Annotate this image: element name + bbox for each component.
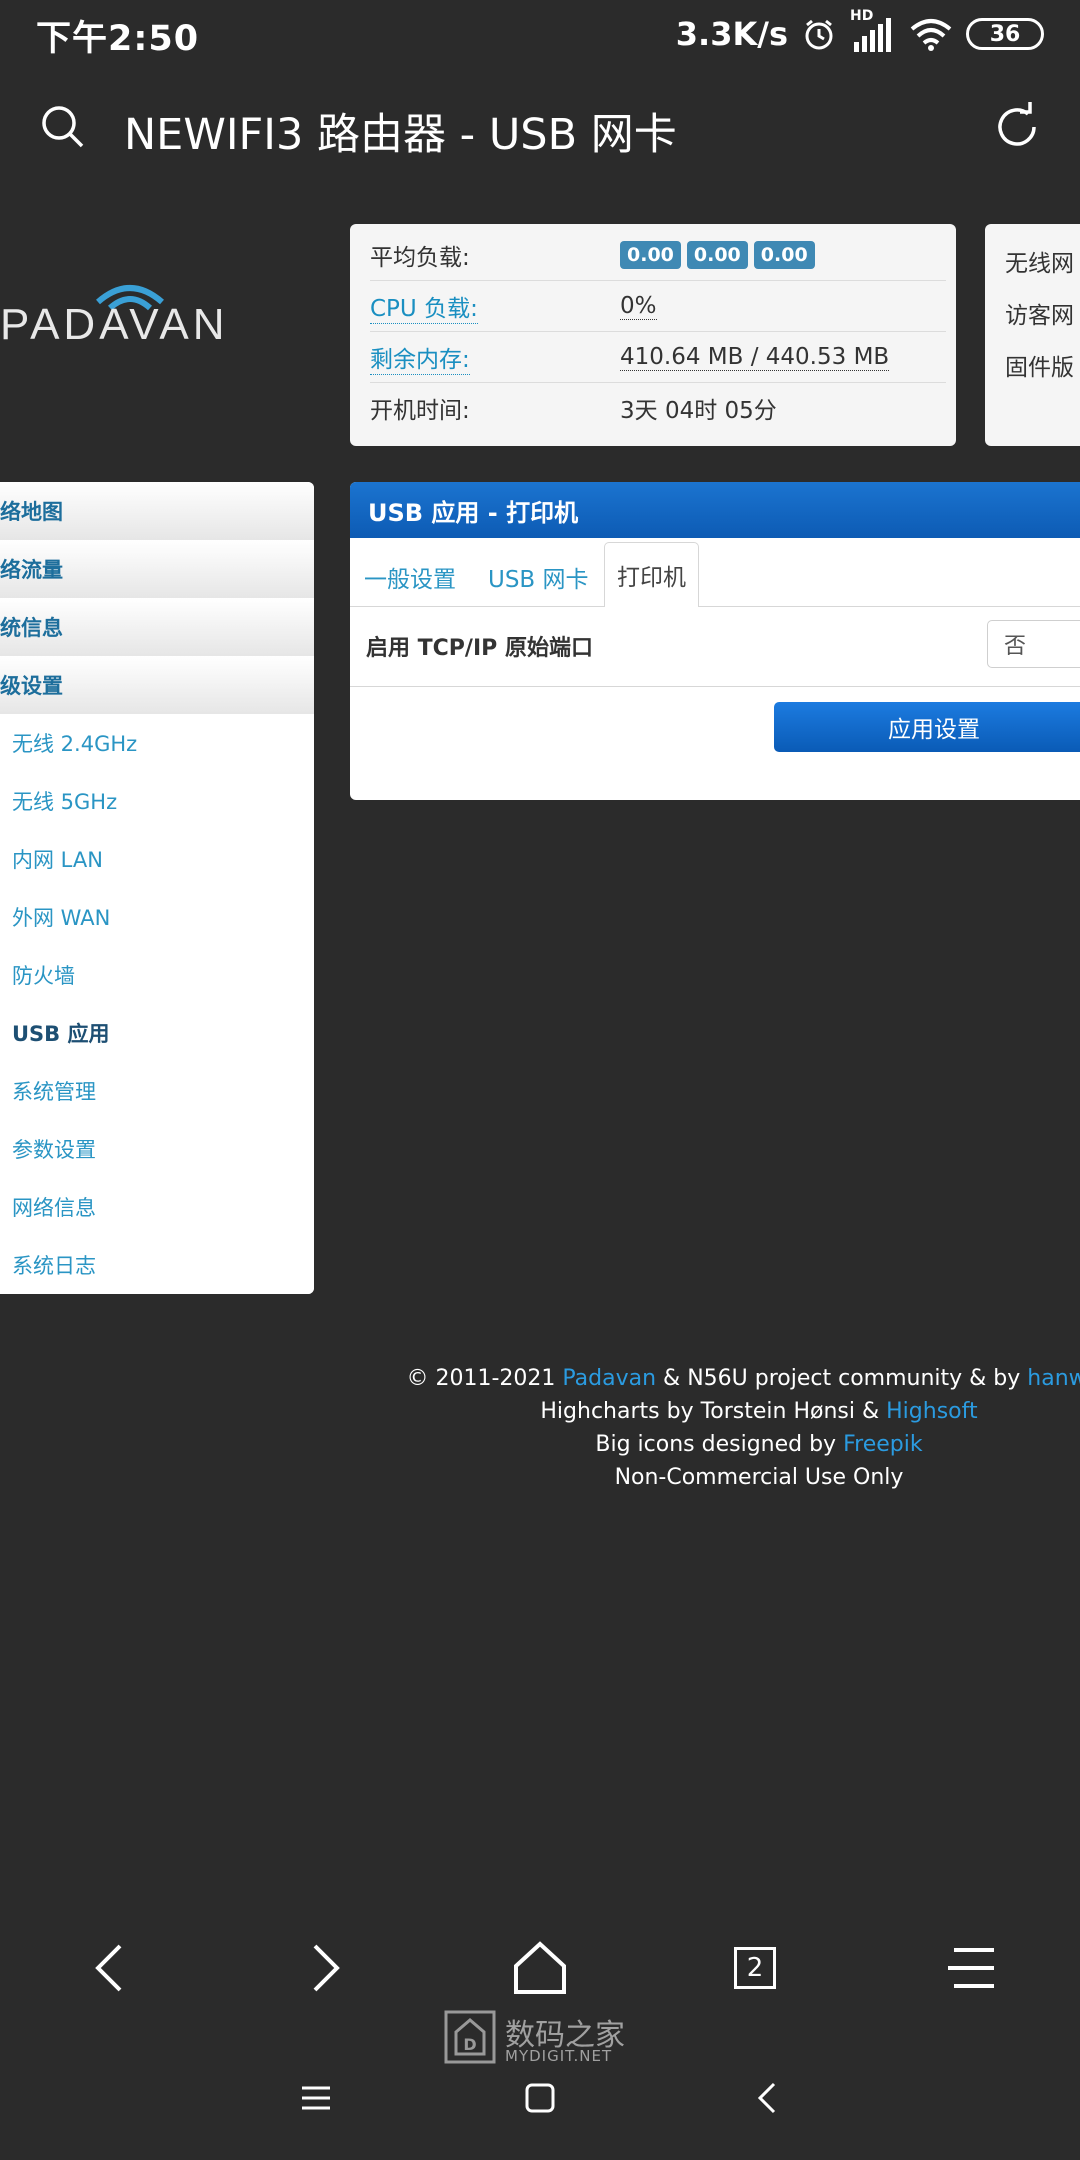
highsoft-link[interactable]: Highsoft (886, 1399, 977, 1424)
sidebar-item-wifi-24[interactable]: 无线 2.4GHz (0, 714, 314, 773)
watermark-subtext: MYDIGIT.NET (505, 2047, 613, 2065)
alarm-icon (805, 19, 833, 50)
status-time: 下午2:50 (36, 19, 200, 59)
sidebar-item-firewall[interactable]: 防火墙 (0, 946, 314, 1005)
footer-text: & N56U project community & by (656, 1366, 1028, 1391)
memory-label-link[interactable]: 剩余内存: (370, 340, 470, 375)
info2-row: 固件版 (1005, 355, 1074, 381)
battery-icon: 36 (966, 18, 1044, 50)
tab-bar: 一般设置 USB 网卡 打印机 (350, 538, 1080, 607)
usb-panel: USB 应用 - 打印机 一般设置 USB 网卡 打印机 启用 TCP/IP 原… (350, 482, 1080, 800)
system-back-icon[interactable] (748, 2078, 788, 2118)
load-15min: 0.00 (753, 241, 815, 269)
panel-header: USB 应用 - 打印机 (350, 482, 1080, 538)
setting-row: 启用 TCP/IP 原始端口 否 (350, 606, 1080, 687)
uptime-row: 开机时间: 3天 04时 05分 (370, 383, 946, 433)
apply-settings-button[interactable]: 应用设置 (774, 702, 1080, 752)
footer-text: Highcharts by Torstein Hønsi & (540, 1399, 887, 1424)
footer-highcharts: Highcharts by Torstein Hønsi & Highsoft (350, 1399, 1080, 1424)
footer-text: Big icons designed by (595, 1432, 844, 1457)
load-1min: 0.00 (620, 241, 681, 269)
tab-general[interactable]: 一般设置 (352, 548, 468, 606)
tab-usb-nic[interactable]: USB 网卡 (476, 548, 601, 606)
search-icon[interactable] (38, 102, 88, 152)
sidebar-item-system-log[interactable]: 系统日志 (0, 1236, 314, 1294)
memory-row: 剩余内存: 410.64 MB / 440.53 MB (370, 332, 946, 383)
sidebar-item-network-map[interactable]: 络地图 (0, 482, 314, 541)
menu-icon[interactable] (942, 1940, 1002, 1996)
tcpip-raw-port-select[interactable]: 否 (987, 620, 1080, 668)
tcpip-raw-port-label: 启用 TCP/IP 原始端口 (366, 636, 593, 661)
sidebar-item-traffic[interactable]: 络流量 (0, 540, 314, 599)
uptime-value: 3天 04时 05分 (620, 398, 777, 424)
refresh-icon[interactable] (992, 102, 1042, 152)
sidebar-item-advanced[interactable]: 级设置 (0, 656, 314, 715)
sidebar-item-wifi-5[interactable]: 无线 5GHz (0, 772, 314, 831)
cellular-signal-icon: HD (850, 8, 896, 54)
hanwck-link[interactable]: hanwck (1027, 1366, 1080, 1391)
back-icon[interactable] (80, 1940, 140, 1996)
padavan-logo: PADAVAN (0, 300, 229, 349)
footer-icons: Big icons designed by Freepik (350, 1432, 1080, 1457)
memory-value: 410.64 MB / 440.53 MB (620, 343, 890, 371)
sidebar-item-administration[interactable]: 系统管理 (0, 1062, 314, 1121)
sidebar-item-network-info[interactable]: 网络信息 (0, 1178, 314, 1237)
footer-text: © 2011-2021 (406, 1366, 563, 1391)
network-speed: 3.3K/s (675, 15, 788, 53)
wifi-icon (910, 19, 952, 51)
mydigit-logo-icon: D (444, 2010, 496, 2064)
footer-license: Non-Commercial Use Only (614, 1465, 904, 1490)
freepik-link[interactable]: Freepik (843, 1432, 923, 1457)
load-row: 平均负载: 0.00 0.00 0.00 (370, 230, 946, 281)
page-title: NEWIFI3 路由器 - USB 网卡 (124, 110, 677, 160)
cpu-value: 0% (620, 292, 657, 320)
svg-text:D: D (463, 2035, 476, 2054)
sidebar-item-parameters[interactable]: 参数设置 (0, 1120, 314, 1179)
sidebar-menu: 络地图 络流量 统信息 级设置 无线 2.4GHz 无线 5GHz 内网 LAN… (0, 482, 314, 1294)
uptime-label: 开机时间: (370, 398, 470, 424)
recents-icon[interactable] (296, 2078, 336, 2118)
network-info-card: 无线网 访客网 固件版 (985, 224, 1080, 446)
tab-count: 2 (734, 1947, 776, 1989)
forward-icon[interactable] (295, 1940, 355, 1996)
padavan-link[interactable]: Padavan (562, 1366, 656, 1391)
info2-row: 访客网 (1005, 303, 1074, 329)
status-icons: 3.3K/s HD 36 (675, 8, 1044, 58)
system-info-card: 平均负载: 0.00 0.00 0.00 CPU 负载: 0% 剩余内存: 41… (350, 224, 956, 446)
sidebar-item-usb[interactable]: USB 应用 (0, 1004, 314, 1063)
sidebar-item-system-info[interactable]: 统信息 (0, 598, 314, 657)
tab-printer[interactable]: 打印机 (604, 542, 699, 607)
sidebar-item-lan[interactable]: 内网 LAN (0, 830, 314, 889)
load-5min: 0.00 (686, 241, 748, 269)
cpu-row: CPU 负载: 0% (370, 281, 946, 332)
load-label: 平均负载: (370, 245, 470, 271)
info2-row: 无线网 (1005, 251, 1074, 277)
footer-copyright: © 2011-2021 Padavan & N56U project commu… (350, 1366, 1080, 1391)
system-home-icon[interactable] (520, 2078, 560, 2118)
home-icon[interactable] (510, 1940, 570, 1996)
cpu-label-link[interactable]: CPU 负载: (370, 289, 478, 324)
tabs-button[interactable]: 2 (725, 1940, 785, 1996)
sidebar-item-wan[interactable]: 外网 WAN (0, 888, 314, 947)
